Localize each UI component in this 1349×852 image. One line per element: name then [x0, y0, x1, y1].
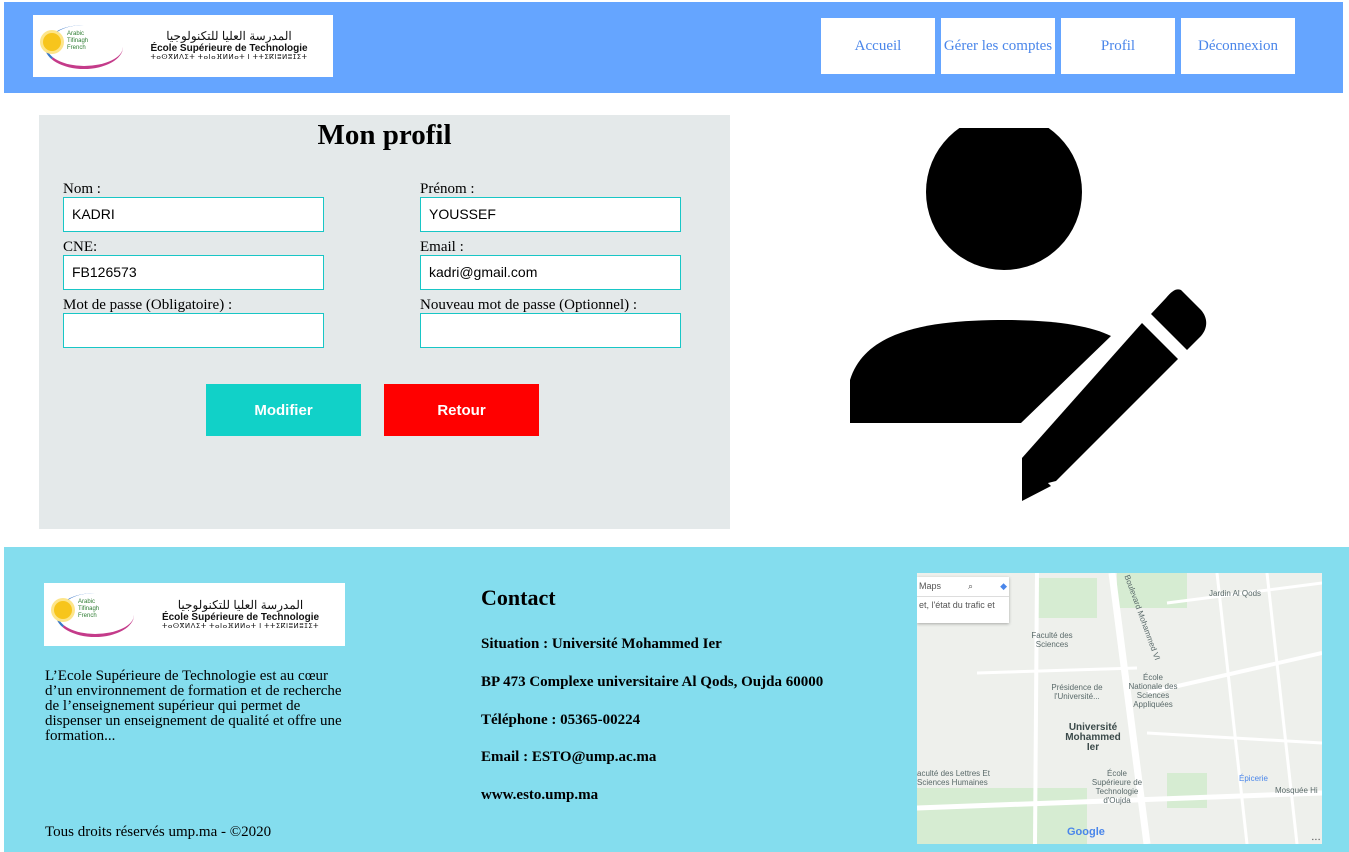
- search-icon[interactable]: ⌕: [968, 581, 973, 592]
- school-description: L’Ecole Supérieure de Technologie est au…: [45, 668, 342, 744]
- map-search-box[interactable]: Maps ⌕ ◆ et, l'état du trafic et: [917, 577, 1009, 623]
- copyright-text: Tous droits réservés ump.ma - ©2020: [45, 824, 272, 840]
- sun-icon: [43, 33, 61, 51]
- map-label-lettres: aculté des Lettres Et Sciences Humaines: [917, 769, 990, 787]
- directions-icon[interactable]: ◆: [1000, 581, 1007, 592]
- logo-emblem: Arabic Tifinagh French: [44, 583, 136, 646]
- user-edit-icon: [850, 128, 1207, 501]
- new-password-label: Nouveau mot de passe (Optionnel) :: [420, 297, 638, 313]
- retour-button[interactable]: Retour: [384, 384, 539, 436]
- map-label-universite: Université Mohammed Ier: [1065, 722, 1121, 753]
- top-header: Arabic Tifinagh French المدرسة العليا للتك…: [4, 2, 1343, 93]
- maps-label: Maps: [919, 581, 942, 591]
- map-label-faculte-sciences: Faculté des Sciences: [1031, 631, 1073, 649]
- cne-input[interactable]: FB126573: [63, 255, 324, 290]
- map-label-presidence: Présidence de l'Université...: [1051, 683, 1103, 701]
- map-label-epicerie: Épicerie: [1239, 774, 1268, 783]
- map-label-ecole-nationale: École Nationale des Sciences Appliquées: [1128, 673, 1178, 709]
- logo-arabic-text: المدرسة العليا للتكنولوجيا: [166, 29, 292, 44]
- password-label: Mot de passe (Obligatoire) :: [63, 297, 233, 313]
- nav-gerer-comptes[interactable]: Gérer les comptes: [941, 18, 1055, 74]
- footer-school-logo[interactable]: Arabic Tifinagh French المدرسة العليا للتك…: [44, 583, 345, 646]
- logo-tifinagh-text: ⵜⴰⵙⴳⵍⴷⵉⵜ ⵜⴰⵏⴰⴼⵍⵍⴰⵜ ⵏ ⵜⵜⵉⴽⵏⵓⵍⵓⵊⵉⵜ: [161, 622, 320, 630]
- google-logo: Google: [1067, 826, 1105, 838]
- prenom-label: Prénom :: [420, 181, 475, 197]
- cne-label: CNE:: [63, 239, 98, 255]
- profile-form-panel: Mon profil Nom : KADRI Prénom : YOUSSEF …: [39, 115, 730, 529]
- map-label-jardin: Jardin Al Qods: [1209, 589, 1262, 598]
- map-label-est: École Supérieure de Technologie d'Oujda: [1091, 769, 1143, 805]
- contact-phone: Téléphone : 05365-00224: [481, 712, 641, 728]
- logo-emblem: Arabic Tifinagh French: [33, 15, 125, 77]
- contact-address: BP 473 Complexe universitaire Al Qods, O…: [481, 674, 824, 690]
- main-nav: Accueil Gérer les comptes Profil Déconne…: [821, 18, 1343, 74]
- modifier-button[interactable]: Modifier: [206, 384, 361, 436]
- prenom-input[interactable]: YOUSSEF: [420, 197, 681, 232]
- logo-french-text: École Supérieure de Technologie: [150, 43, 308, 55]
- email-input[interactable]: kadri@gmail.com: [420, 255, 681, 290]
- email-label: Email :: [420, 239, 464, 255]
- logo-titles: المدرسة العليا للتكنولوجيا École Supérie…: [136, 597, 345, 631]
- footer: Arabic Tifinagh French المدرسة العليا للتك…: [4, 547, 1349, 852]
- sun-icon: [54, 601, 72, 619]
- new-password-input[interactable]: [420, 313, 681, 348]
- contact-website[interactable]: www.esto.ump.ma: [481, 787, 598, 804]
- nom-input[interactable]: KADRI: [63, 197, 324, 232]
- nav-accueil[interactable]: Accueil: [821, 18, 935, 74]
- contact-email: Email : ESTO@ump.ac.ma: [481, 749, 657, 765]
- nav-profil[interactable]: Profil: [1061, 18, 1175, 74]
- map-search-text: et, l'état du trafic et: [919, 600, 995, 610]
- map-terms: ▪ ▪ ▪: [1311, 837, 1320, 843]
- google-map[interactable]: Maps ⌕ ◆ et, l'état du trafic et Jardin …: [917, 573, 1322, 844]
- nom-label: Nom :: [63, 181, 101, 197]
- logo-titles: المدرسة العليا للتكنولوجيا École Supérie…: [125, 29, 333, 62]
- nav-deconnexion[interactable]: Déconnexion: [1181, 18, 1295, 74]
- contact-title: Contact: [481, 585, 556, 610]
- logo-french-text: École Supérieure de Technologie: [161, 611, 320, 623]
- contact-situation: Situation : Université Mohammed Ier: [481, 636, 722, 652]
- logo-arabic-text: المدرسة العليا للتكنولوجيا: [177, 597, 304, 612]
- logo-tifinagh-text: ⵜⴰⵙⴳⵍⴷⵉⵜ ⵜⴰⵏⴰⴼⵍⵍⴰⵜ ⵏ ⵜⵜⵉⴽⵏⵓⵍⵓⵊⵉⵜ: [150, 54, 308, 62]
- map-label-mosquee: Mosquée Hi: [1275, 786, 1318, 795]
- page-title: Mon profil: [317, 119, 452, 151]
- school-logo[interactable]: Arabic Tifinagh French المدرسة العليا للتك…: [33, 15, 333, 77]
- password-input[interactable]: [63, 313, 324, 348]
